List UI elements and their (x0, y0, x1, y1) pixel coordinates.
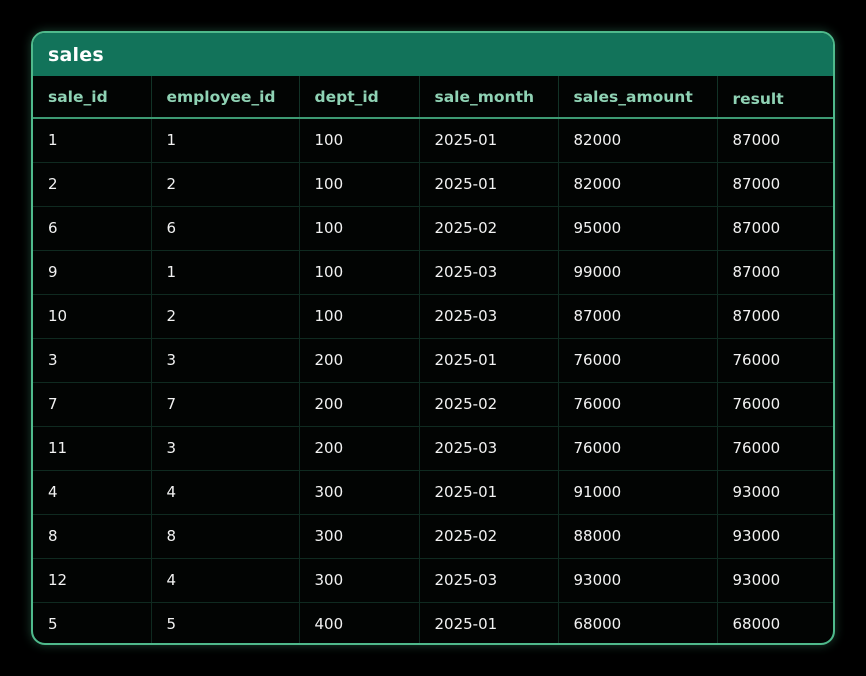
cell-dept-id: 200 (299, 338, 420, 383)
cell-sales-amount: 93000 (558, 558, 718, 603)
table-row[interactable]: 8 8 300 2025-02 88000 93000 (33, 514, 833, 559)
table-row[interactable]: 2 2 100 2025-01 82000 87000 (33, 162, 833, 207)
table-body: 1 1 100 2025-01 82000 87000 2 2 100 2025-01 82000 8… (33, 118, 833, 643)
column-header-result[interactable]: result (717, 76, 833, 119)
cell-sale-month: 2025-03 (419, 294, 559, 339)
column-header-sale-month[interactable]: sale_month (419, 76, 559, 119)
cell-dept-id: 300 (299, 514, 420, 559)
cell-sale-month: 2025-03 (419, 426, 559, 471)
cell-result: 93000 (717, 558, 833, 603)
cell-sale-month: 2025-01 (419, 602, 559, 643)
cell-result: 87000 (717, 294, 833, 339)
cell-sale-month: 2025-03 (419, 250, 559, 295)
table-row[interactable]: 1 1 100 2025-01 82000 87000 (33, 118, 833, 163)
cell-employee-id: 5 (151, 602, 300, 643)
cell-result: 76000 (717, 382, 833, 427)
cell-result: 93000 (717, 514, 833, 559)
cell-sales-amount: 87000 (558, 294, 718, 339)
column-header-sale-id[interactable]: sale_id (33, 76, 152, 119)
cell-sale-id: 6 (33, 206, 152, 251)
cell-sale-id: 11 (33, 426, 152, 471)
cell-sale-month: 2025-02 (419, 514, 559, 559)
cell-sales-amount: 99000 (558, 250, 718, 295)
table-title: sales (48, 43, 104, 66)
table-row[interactable]: 11 3 200 2025-03 76000 76000 (33, 426, 833, 471)
cell-sale-id: 9 (33, 250, 152, 295)
cell-employee-id: 1 (151, 250, 300, 295)
table-row[interactable]: 5 5 400 2025-01 68000 68000 (33, 602, 833, 643)
cell-dept-id: 300 (299, 558, 420, 603)
cell-sale-id: 2 (33, 162, 152, 207)
cell-sale-id: 12 (33, 558, 152, 603)
cell-dept-id: 200 (299, 382, 420, 427)
cell-result: 76000 (717, 338, 833, 383)
cell-sales-amount: 82000 (558, 118, 718, 163)
cell-dept-id: 300 (299, 470, 420, 515)
cell-employee-id: 4 (151, 558, 300, 603)
cell-sale-id: 5 (33, 602, 152, 643)
cell-employee-id: 1 (151, 118, 300, 163)
cell-sale-id: 7 (33, 382, 152, 427)
cell-employee-id: 3 (151, 426, 300, 471)
cell-sale-id: 10 (33, 294, 152, 339)
cell-result: 87000 (717, 250, 833, 295)
column-header-dept-id[interactable]: dept_id (299, 76, 420, 119)
cell-dept-id: 400 (299, 602, 420, 643)
cell-employee-id: 2 (151, 294, 300, 339)
cell-sales-amount: 76000 (558, 338, 718, 383)
cell-employee-id: 8 (151, 514, 300, 559)
table-row[interactable]: 10 2 100 2025-03 87000 87000 (33, 294, 833, 339)
cell-result: 87000 (717, 206, 833, 251)
cell-result: 93000 (717, 470, 833, 515)
cell-sale-id: 4 (33, 470, 152, 515)
cell-result: 87000 (717, 118, 833, 163)
cell-sales-amount: 82000 (558, 162, 718, 207)
cell-employee-id: 3 (151, 338, 300, 383)
cell-dept-id: 200 (299, 426, 420, 471)
cell-dept-id: 100 (299, 118, 420, 163)
table-row[interactable]: 9 1 100 2025-03 99000 87000 (33, 250, 833, 295)
table-row[interactable]: 7 7 200 2025-02 76000 76000 (33, 382, 833, 427)
cell-sales-amount: 76000 (558, 426, 718, 471)
table-row[interactable]: 3 3 200 2025-01 76000 76000 (33, 338, 833, 383)
cell-sale-month: 2025-01 (419, 118, 559, 163)
cell-result: 68000 (732, 615, 781, 634)
cell-sales-amount: 88000 (558, 514, 718, 559)
cell-result: 87000 (717, 162, 833, 207)
table-row[interactable]: 6 6 100 2025-02 95000 87000 (33, 206, 833, 251)
cell-dept-id: 100 (299, 162, 420, 207)
sales-table: sale_id employee_id dept_id sale_month s… (33, 76, 833, 643)
cell-dept-id: 100 (299, 206, 420, 251)
cell-sale-month: 2025-02 (419, 382, 559, 427)
table-title-bar: sales (33, 33, 833, 76)
table-row[interactable]: 12 4 300 2025-03 93000 93000 (33, 558, 833, 603)
cell-sale-month: 2025-02 (419, 206, 559, 251)
cell-employee-id: 2 (151, 162, 300, 207)
cell-result: 76000 (717, 426, 833, 471)
column-header-employee-id[interactable]: employee_id (151, 76, 300, 119)
cell-dept-id: 100 (299, 294, 420, 339)
header-row: sale_id employee_id dept_id sale_month s… (33, 76, 833, 119)
cell-dept-id: 100 (299, 250, 420, 295)
cell-sale-month: 2025-01 (419, 162, 559, 207)
cell-sale-id: 1 (33, 118, 152, 163)
sales-table-panel: sales sale_id employee_id dept_id sale_m… (31, 31, 835, 645)
cell-sales-amount: 68000 (558, 602, 718, 643)
cell-sale-month: 2025-01 (419, 338, 559, 383)
cell-employee-id: 4 (151, 470, 300, 515)
cell-sale-month: 2025-01 (419, 470, 559, 515)
cell-sale-id: 3 (33, 338, 152, 383)
cell-employee-id: 6 (151, 206, 300, 251)
column-header-sales-amount[interactable]: sales_amount (558, 76, 718, 119)
cell-sale-id: 8 (33, 514, 152, 559)
table-row[interactable]: 4 4 300 2025-01 91000 93000 (33, 470, 833, 515)
cell-sales-amount: 95000 (558, 206, 718, 251)
cell-employee-id: 7 (151, 382, 300, 427)
cell-sale-month: 2025-03 (419, 558, 559, 603)
cell-sales-amount: 91000 (558, 470, 718, 515)
cell-sales-amount: 76000 (558, 382, 718, 427)
